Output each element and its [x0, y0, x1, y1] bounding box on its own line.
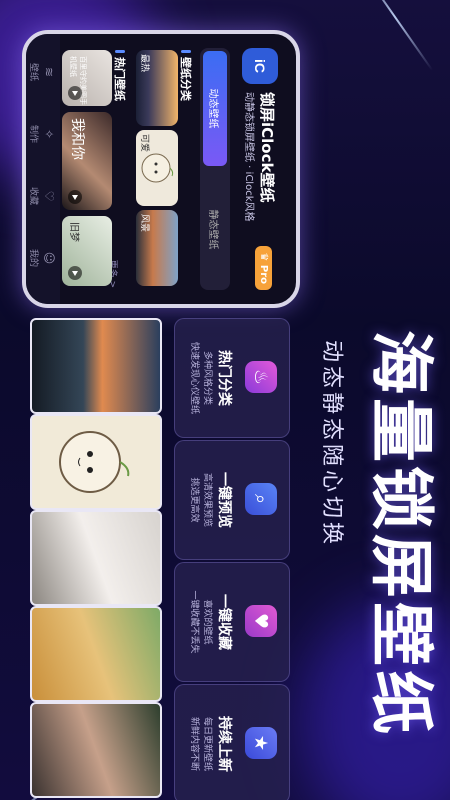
promo-screen: iC 锁屏iClock壁纸 动静态锁屏壁纸 · iClock风格 ♛ Pro 动…: [0, 0, 450, 800]
tab-dynamic[interactable]: 动态壁纸: [203, 51, 227, 166]
feature-description: 多种风格分类 快速发现心仪壁纸: [189, 341, 212, 414]
category-label: 风景: [139, 214, 149, 233]
categories-heading: 壁纸分类: [178, 50, 194, 101]
girl-closeup-photo: [30, 702, 162, 798]
hot-wallpaper-card[interactable]: 旧梦: [62, 216, 112, 286]
feature-title: 热门分类: [216, 350, 232, 406]
phone-mockup: iC 锁屏iClock壁纸 动静态锁屏壁纸 · iClock风格 ♛ Pro 动…: [22, 30, 300, 308]
nav-label: 制作: [28, 124, 38, 143]
feature-description: 喜欢的壁纸 一键收藏不丢失: [189, 590, 212, 654]
play-icon: [68, 190, 82, 204]
category-scenery[interactable]: 风景: [136, 210, 178, 286]
nav-wallpaper[interactable]: ≋ 壁纸: [28, 42, 56, 102]
hot-wallpaper-caption: 旧梦: [68, 222, 79, 242]
hot-wallpaper-card[interactable]: 百里守约美图手机壁纸: [62, 50, 112, 106]
feature-card-preview: ⌕ 一键预览 高清效果预览 挑选更高效: [174, 440, 290, 560]
bottom-nav: ≋ 壁纸 ✧ 制作 ♡ 收藏 ☺ 我的: [26, 34, 60, 304]
category-hot[interactable]: 最热: [136, 50, 178, 126]
hot-wallpaper-caption: 我和你: [69, 118, 85, 160]
pro-badge[interactable]: ♛ Pro: [255, 246, 272, 290]
nav-make[interactable]: ✧ 制作: [28, 104, 56, 164]
sunset-sea-photo: [30, 318, 162, 414]
subheadline: 动态静态随心切换: [319, 340, 344, 549]
search-icon: ⌕: [245, 483, 277, 515]
bean-icon: [59, 431, 130, 493]
sparkle-icon: ✧: [42, 128, 56, 140]
feature-description: 每日更新壁纸 新鲜内容不断: [189, 716, 212, 771]
tab-static[interactable]: 静态壁纸: [203, 172, 227, 287]
feature-card-favorite: ♥ 一键收藏 喜欢的壁纸 一键收藏不丢失: [174, 562, 290, 682]
app-title: 锁屏iClock壁纸: [258, 92, 276, 203]
play-icon: [68, 266, 82, 280]
feature-title: 一键预览: [216, 472, 232, 528]
hot-wallpaper-card[interactable]: 我和你: [62, 112, 112, 210]
nav-label: 壁纸: [28, 62, 38, 81]
headline: 海量锁屏壁纸: [363, 330, 437, 738]
category-label: 最热: [139, 54, 149, 73]
flame-icon: ♨: [245, 361, 277, 393]
feature-title: 一键收藏: [216, 594, 232, 650]
feature-description: 高清效果预览 挑选更高效: [189, 472, 212, 527]
rotated-content: iC 锁屏iClock壁纸 动静态锁屏壁纸 · iClock风格 ♛ Pro 动…: [0, 0, 450, 800]
nav-mine[interactable]: ☺ 我的: [28, 228, 56, 288]
girl-straw-hat-photo: [30, 606, 162, 702]
photo-strip: [30, 318, 162, 800]
category-cute[interactable]: 可爱: [136, 130, 178, 206]
feature-card-updates: ★ 持续上新 每日更新壁纸 新鲜内容不断: [174, 684, 290, 800]
pro-badge-label: Pro: [258, 264, 269, 284]
user-icon: ☺: [42, 251, 56, 265]
star-icon: ★: [245, 727, 277, 759]
girl-portrait-photo: [30, 510, 162, 606]
layers-icon: ≋: [42, 66, 56, 78]
play-icon: [68, 86, 82, 100]
heart-icon: ♡: [42, 190, 56, 202]
feature-card-hot-categories: ♨ 热门分类 多种风格分类 快速发现心仪壁纸: [174, 318, 290, 438]
heart-icon: ♥: [245, 605, 277, 637]
nav-favorites[interactable]: ♡ 收藏: [28, 166, 56, 226]
nav-label: 我的: [28, 248, 38, 267]
hot-heading: 热门壁纸: [112, 50, 128, 101]
crown-icon: ♛: [258, 252, 269, 262]
cartoon-bean-photo: [30, 414, 162, 510]
category-label: 可爱: [139, 134, 149, 153]
app-header: iC 锁屏iClock壁纸 动静态锁屏壁纸 · iClock风格 ♛ Pro: [236, 48, 280, 290]
feature-title: 持续上新: [216, 716, 232, 772]
app-subtitle: 动静态锁屏壁纸 · iClock风格: [243, 92, 254, 222]
nav-label: 收藏: [28, 186, 38, 205]
app-logo: iC: [242, 48, 278, 84]
wallpaper-type-tabs: 动态壁纸 静态壁纸: [200, 48, 230, 290]
